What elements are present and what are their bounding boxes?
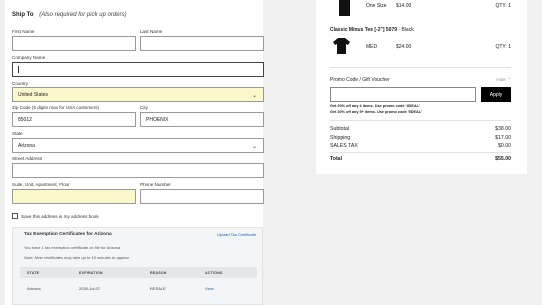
- last-name-label: Last Name: [140, 29, 163, 34]
- item-price: $24.00: [396, 44, 412, 50]
- save-address-checkbox[interactable]: [12, 213, 18, 219]
- tax-row-expiration: 2026-Jul-07: [79, 286, 101, 291]
- item-size: One Size: [366, 3, 387, 9]
- shipping-form: Ship To (Also required for pick up order…: [5, 0, 264, 305]
- ship-to-heading: Ship To (Also required for pick up order…: [12, 12, 127, 18]
- state-value: Arizona: [18, 142, 35, 149]
- column-state: STATE: [27, 270, 40, 275]
- phone-field[interactable]: [140, 189, 264, 204]
- first-name-field[interactable]: [12, 36, 136, 51]
- total-label: Total: [330, 156, 343, 162]
- state-label: State: [12, 131, 23, 136]
- chevron-up-icon: ⌃: [507, 77, 511, 82]
- promo-note-4deal: Get 20% off any 4 items. Use promo code …: [330, 104, 420, 108]
- tax-table-header: STATE EXPIRATION REASON ACTIONS: [20, 267, 257, 278]
- order-summary: One Size $14.00 QTY: 1 Classic Minus Tee…: [316, 0, 527, 174]
- zip-field[interactable]: 85012: [12, 112, 136, 127]
- divider: [330, 67, 511, 68]
- tax-row-view-link[interactable]: View: [205, 286, 214, 291]
- city-label: City: [140, 105, 148, 110]
- shipping-value: $17.00: [495, 135, 511, 141]
- tax-row-reason: RESALE: [150, 286, 166, 291]
- first-name-label: First Name: [12, 29, 35, 34]
- country-label: Country: [12, 81, 29, 86]
- promo-code-input[interactable]: [330, 87, 476, 102]
- tax-row-state: Arizona: [27, 286, 41, 291]
- street-field[interactable]: [12, 163, 264, 178]
- sales-tax-label: SALES TAX: [330, 143, 358, 149]
- chevron-down-icon: ⌄: [251, 93, 257, 99]
- text-cursor: [18, 66, 19, 73]
- country-value: United States: [18, 91, 49, 98]
- suite-label: Suite, Unit, Apartment, Floor: [12, 182, 70, 187]
- item-qty: QTY: 1: [495, 44, 511, 50]
- zip-label: Zip Code (5 digits max for USA customers…: [12, 105, 100, 110]
- state-select[interactable]: Arizona ⌄: [12, 138, 264, 153]
- item-title: Classic Minus Tee [-2"] 5079: [330, 27, 398, 33]
- upload-tax-certificate-link[interactable]: Upload Tax Certificate: [217, 232, 256, 237]
- tshirt-thumbnail: [333, 38, 350, 54]
- ship-to-title: Ship To: [12, 12, 34, 18]
- item-variant: - Black: [398, 27, 414, 33]
- company-label: Company Name: [12, 55, 46, 60]
- promo-hide-toggle[interactable]: Hide ⌃: [496, 77, 511, 83]
- total-value: $55.00: [495, 156, 511, 162]
- tax-exemption-info: You have 1 tax exemption certificate on …: [24, 245, 121, 250]
- promo-note-5deal: Get 20% off any 5+ items. Use promo code…: [330, 110, 423, 114]
- column-expiration: EXPIRATION: [79, 270, 103, 275]
- street-label: Street Address: [12, 156, 43, 161]
- tax-exemption-panel: Tax Exemption Certificates for Arizona U…: [12, 227, 263, 305]
- ship-to-note: (Also required for pick up orders): [39, 12, 127, 18]
- product-thumbnail: [339, 0, 350, 16]
- subtotal-value: $38.00: [495, 126, 511, 132]
- column-reason: REASON: [150, 270, 167, 275]
- item-name: Classic Minus Tee [-2"] 5079 - Black: [330, 27, 414, 33]
- divider: [330, 152, 511, 153]
- shipping-label: Shipping: [330, 135, 351, 141]
- last-name-field[interactable]: [140, 36, 264, 51]
- chevron-down-icon: ⌄: [251, 144, 257, 150]
- item-size: MED: [366, 44, 378, 50]
- sales-tax-value: $0.00: [498, 143, 511, 149]
- city-field[interactable]: PHOENIX: [140, 112, 264, 127]
- column-actions: ACTIONS: [205, 270, 223, 275]
- promo-hide-label: Hide: [496, 77, 506, 82]
- divider: [330, 120, 511, 121]
- tax-exemption-title: Tax Exemption Certificates for Arizona: [24, 232, 112, 237]
- apply-button[interactable]: Apply: [481, 87, 511, 102]
- company-field[interactable]: [12, 62, 264, 77]
- item-qty: QTY: 1: [495, 3, 511, 9]
- promo-title: Promo Code / Gift Voucher: [330, 77, 390, 83]
- country-select[interactable]: United States ⌄: [12, 87, 264, 102]
- suite-field[interactable]: [12, 189, 136, 204]
- item-price: $14.00: [396, 3, 412, 9]
- tax-exemption-note: Note: New certificates may take up to 15…: [24, 255, 130, 260]
- phone-label: Phone Number: [140, 182, 171, 187]
- save-address-label: Save this address in my address book: [21, 214, 99, 219]
- subtotal-label: Subtotal: [330, 126, 350, 132]
